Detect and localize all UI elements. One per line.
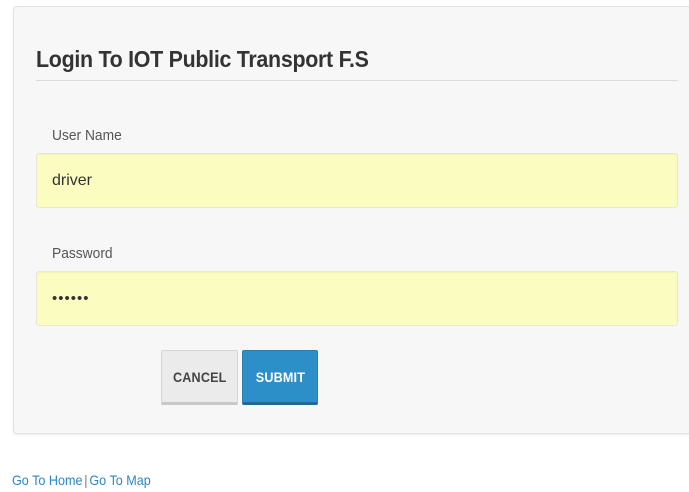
password-label: Password — [52, 245, 113, 262]
submit-button-label: SUBMIT — [255, 368, 305, 385]
password-field[interactable] — [36, 271, 678, 326]
page-title: Login To IOT Public Transport F.S — [36, 46, 369, 72]
submit-button[interactable]: SUBMIT — [242, 350, 318, 405]
link-separator: | — [84, 472, 88, 488]
username-field[interactable] — [36, 153, 678, 208]
cancel-button-label: CANCEL — [172, 368, 227, 385]
login-card: Login To IOT Public Transport F.S User N… — [13, 6, 689, 434]
cancel-button[interactable]: CANCEL — [161, 350, 238, 405]
title-divider — [36, 80, 678, 81]
username-label: User Name — [52, 127, 122, 144]
footer-links: Go To Home | Go To Map — [12, 472, 151, 488]
go-to-home-link[interactable]: Go To Home — [12, 472, 83, 488]
go-to-map-link[interactable]: Go To Map — [89, 472, 150, 488]
